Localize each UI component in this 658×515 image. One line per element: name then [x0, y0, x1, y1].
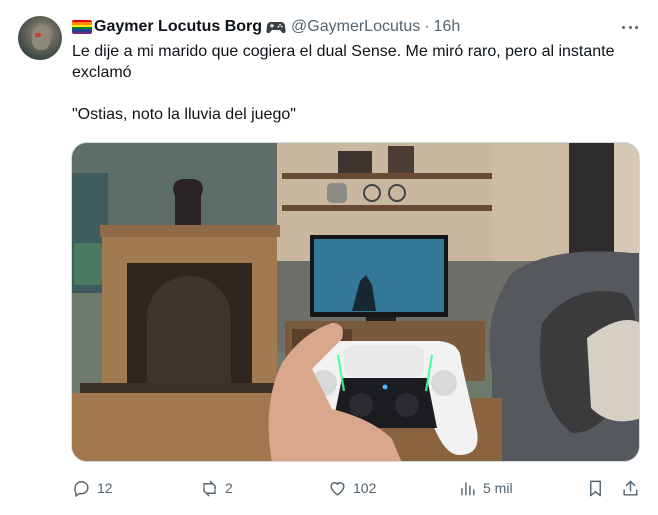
views-button[interactable]: 5 mil	[458, 476, 513, 500]
tweet-actions: 12 2 102 5 mil	[72, 476, 642, 500]
views-icon	[461, 481, 475, 496]
repost-icon	[203, 480, 216, 496]
tweet-text: Le dije a mi marido que cogiera el dual …	[72, 41, 642, 125]
more-icon[interactable]	[619, 18, 641, 36]
separator-dot: ·	[424, 18, 430, 35]
author-name[interactable]: Gaymer Locutus Borg	[94, 18, 262, 36]
like-button[interactable]: 102	[328, 476, 376, 500]
tweet-header: Gaymer Locutus Borg @GaymerLocutus · 16h	[72, 16, 460, 38]
tweet-text-line: Le dije a mi marido que cogiera el dual …	[72, 43, 615, 81]
living-room-photo	[72, 143, 639, 461]
repost-count: 2	[225, 480, 233, 496]
share-button[interactable]	[621, 476, 640, 500]
share-icon	[623, 480, 638, 496]
tweet-text-quote: "Ostias, noto la lluvia del juego"	[72, 106, 296, 123]
avatar-face	[32, 26, 50, 50]
tweet[interactable]: Gaymer Locutus Borg @GaymerLocutus · 16h…	[0, 0, 658, 515]
author-handle[interactable]: @GaymerLocutus	[291, 18, 420, 36]
bookmark-button[interactable]	[586, 476, 605, 500]
like-count: 102	[353, 480, 377, 496]
reply-icon	[74, 480, 89, 497]
timestamp[interactable]: 16h	[434, 18, 461, 36]
repost-button[interactable]: 2	[200, 476, 233, 500]
views-count: 5 mil	[483, 480, 513, 496]
gamepad-icon	[266, 22, 286, 34]
bookmark-icon	[590, 480, 601, 496]
tweet-photo[interactable]	[71, 142, 640, 462]
like-icon	[330, 481, 345, 496]
rainbow-flag-icon	[72, 20, 92, 34]
reply-button[interactable]: 12	[72, 476, 113, 500]
reply-count: 12	[97, 480, 113, 496]
avatar-eye	[35, 33, 41, 37]
avatar[interactable]	[18, 16, 62, 60]
